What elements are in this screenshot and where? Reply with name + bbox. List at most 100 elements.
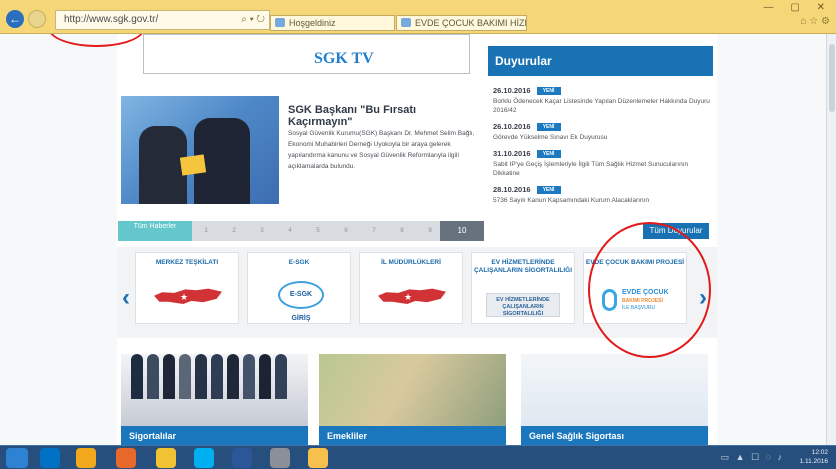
windows-taskbar: ▭ ▲ ☐ ◌ ♪ 12:02 1.11.2016 [0,445,836,469]
announcement-item[interactable]: 31.10.2016 YENİ Sabit IP'ye Geçiş İşlemle… [493,149,713,178]
card-label: Sigortalılar [121,426,308,445]
child-care-icon [602,289,617,311]
person-figure [179,354,191,399]
news-title[interactable]: SGK Başkanı "Bu Fırsatı Kaçırmayın" [288,104,478,128]
card-label: Emekliler [319,426,506,445]
announcements-header: Duyurular [488,46,713,76]
person-figure [275,354,287,399]
slider-page-8[interactable]: 8 [388,221,416,241]
slider-page-4[interactable]: 4 [276,221,304,241]
new-badge: YENİ [536,87,561,96]
slider-page-1[interactable]: 1 [192,221,220,241]
card-title: E-SGK [288,259,310,266]
card-label: Genel Sağlık Sigortası [521,426,708,445]
news-slider-pagination: Tüm Haberler 1 2 3 4 5 6 7 8 9 10 [118,221,484,241]
retirees-image [319,354,506,426]
announcement-date: 28.10.2016 [493,185,531,194]
time-text: 12:02 [811,449,828,456]
carousel-prev-button[interactable]: ‹ [122,284,130,312]
tab-evde-cocuk[interactable]: EVDE ÇOCUK BAKIMI HİZMETİ... [396,15,527,31]
date-text: 1.11.2016 [799,458,828,465]
forward-button[interactable] [28,10,46,28]
address-bar[interactable]: http://www.sgk.gov.tr/ ⌕ ▾ ↻ [55,10,270,30]
all-announcements-button[interactable]: Tüm Duyurular [643,223,709,239]
person-figure [139,126,187,204]
book-icon [179,154,207,176]
card-title: EVDE ÇOCUK BAKIMI PROJESİ [585,259,685,266]
star-icon: ★ [180,292,189,302]
new-badge: YENİ [536,150,561,159]
star-icon: ★ [404,292,413,302]
skype-icon[interactable] [194,448,214,468]
windows-start-icon[interactable] [6,448,28,468]
logo-title: EVDE ÇOCUK [622,289,669,296]
page-icon [275,18,285,27]
browser-toolbar: ← http://www.sgk.gov.tr/ ⌕ ▾ ↻ Hoşgeldin… [0,0,836,34]
card-emekliler[interactable]: Emekliler [319,354,506,445]
slider-page-7[interactable]: 7 [360,221,388,241]
announcement-text: 5736 Sayılı Kanun Kapsamındaki Kurum Ala… [493,197,650,204]
card-title: MERKEZ TEŞKİLATI [155,259,219,266]
tab-label: Hoşgeldiniz [289,18,336,28]
chrome-icon[interactable] [156,448,176,468]
card-ev-hizmetleri[interactable]: EV HİZMETLERİNDE ÇALIŞANLARIN SİGORTALIL… [471,252,575,324]
slider-page-5[interactable]: 5 [304,221,332,241]
system-tray[interactable]: ▭ ▲ ☐ ◌ ♪ [721,452,784,463]
person-figure [211,354,223,399]
word-icon[interactable] [232,448,252,468]
address-controls[interactable]: ⌕ ▾ ↻ [241,11,265,29]
new-badge: YENİ [536,123,561,132]
person-figure [259,354,271,399]
person-figure [195,354,207,399]
browser-tools[interactable]: ⌂ ☆ ⚙ [800,16,830,27]
person-figure [227,354,239,399]
child-care-logo: EVDE ÇOCUK BAKIMI PROJESİ İLE BAŞVURU [602,283,672,317]
card-merkez-teskilati[interactable]: MERKEZ TEŞKİLATI ★ [135,252,239,324]
announcement-text: Sabit IP'ye Geçiş İşlemleriyle İlgili Tü… [493,161,689,177]
news-body: Sosyal Güvenlik Kurumu(SGK) Başkanı Dr. … [288,130,475,170]
slider-page-10[interactable]: 10 [440,221,484,241]
window-controls[interactable]: — ▢ ✕ [764,2,832,13]
person-figure [131,354,143,399]
sgk-tv-box[interactable]: SGK TV [143,34,470,74]
card-title: EV HİZMETLERİNDE ÇALIŞANLARIN SİGORTALIL… [473,259,573,274]
carousel-next-button[interactable]: › [699,284,707,312]
url-text: http://www.sgk.gov.tr/ [64,14,159,25]
slider-page-3[interactable]: 3 [248,221,276,241]
scroll-thumb[interactable] [829,44,835,112]
card-e-sgk[interactable]: E-SGK E-SGK GİRİŞ [247,252,351,324]
back-button[interactable]: ← [6,10,24,28]
clock[interactable]: 12:02 1.11.2016 [800,448,828,466]
card-il-mudurlukleri[interactable]: İL MÜDÜRLÜKLERİ ★ [359,252,463,324]
vertical-scrollbar[interactable] [826,34,836,445]
announcement-item[interactable]: 26.10.2016 YENİ Borklu Ödenecek Kaçar Lis… [493,86,713,115]
tab-hosgeldiniz[interactable]: Hoşgeldiniz [270,15,395,31]
announcement-date: 26.10.2016 [493,86,531,95]
logo-subtitle-2: İLE BAŞVURU [622,305,656,311]
announcement-date: 26.10.2016 [493,122,531,131]
card-sigortalilar[interactable]: Sigortalılar [121,354,308,445]
slider-page-6[interactable]: 6 [332,221,360,241]
person-figure [147,354,159,399]
tab-label: EVDE ÇOCUK BAKIMI HİZMETİ... [415,18,526,28]
announcement-item[interactable]: 28.10.2016 YENİ 5736 Sayılı Kanun Kapsamı… [493,185,713,205]
firefox-icon[interactable] [116,448,136,468]
internet-explorer-icon[interactable] [76,448,96,468]
explorer-icon[interactable] [270,448,290,468]
card-evde-cocuk-bakimi[interactable]: EVDE ÇOCUK BAKIMI PROJESİ EVDE ÇOCUK BAK… [583,252,687,324]
logo-subtitle: BAKIMI PROJESİ [622,298,663,304]
announcement-item[interactable]: 26.10.2016 YENİ Görevde Yükselme Sınavı E… [493,122,713,142]
outlook-icon[interactable] [40,448,60,468]
folder-icon[interactable] [308,448,328,468]
sgk-page: SGK TV Duyurular SGK Başkanı "Bu Fırsatı… [117,34,717,445]
all-news-button[interactable]: Tüm Haberler [118,221,192,241]
crowd-image [121,354,308,426]
person-figure [243,354,255,399]
announcement-text: Görevde Yükselme Sınavı Ek Duyurusu [493,134,608,141]
card-title: İL MÜDÜRLÜKLERİ [381,259,441,266]
sgk-tv-logo: SGK TV [314,50,374,67]
news-image[interactable] [121,96,279,204]
slider-page-2[interactable]: 2 [220,221,248,241]
browser-viewport: SGK TV Duyurular SGK Başkanı "Bu Fırsatı… [0,34,836,445]
card-genel-saglik-sigortasi[interactable]: Genel Sağlık Sigortası [521,354,708,445]
